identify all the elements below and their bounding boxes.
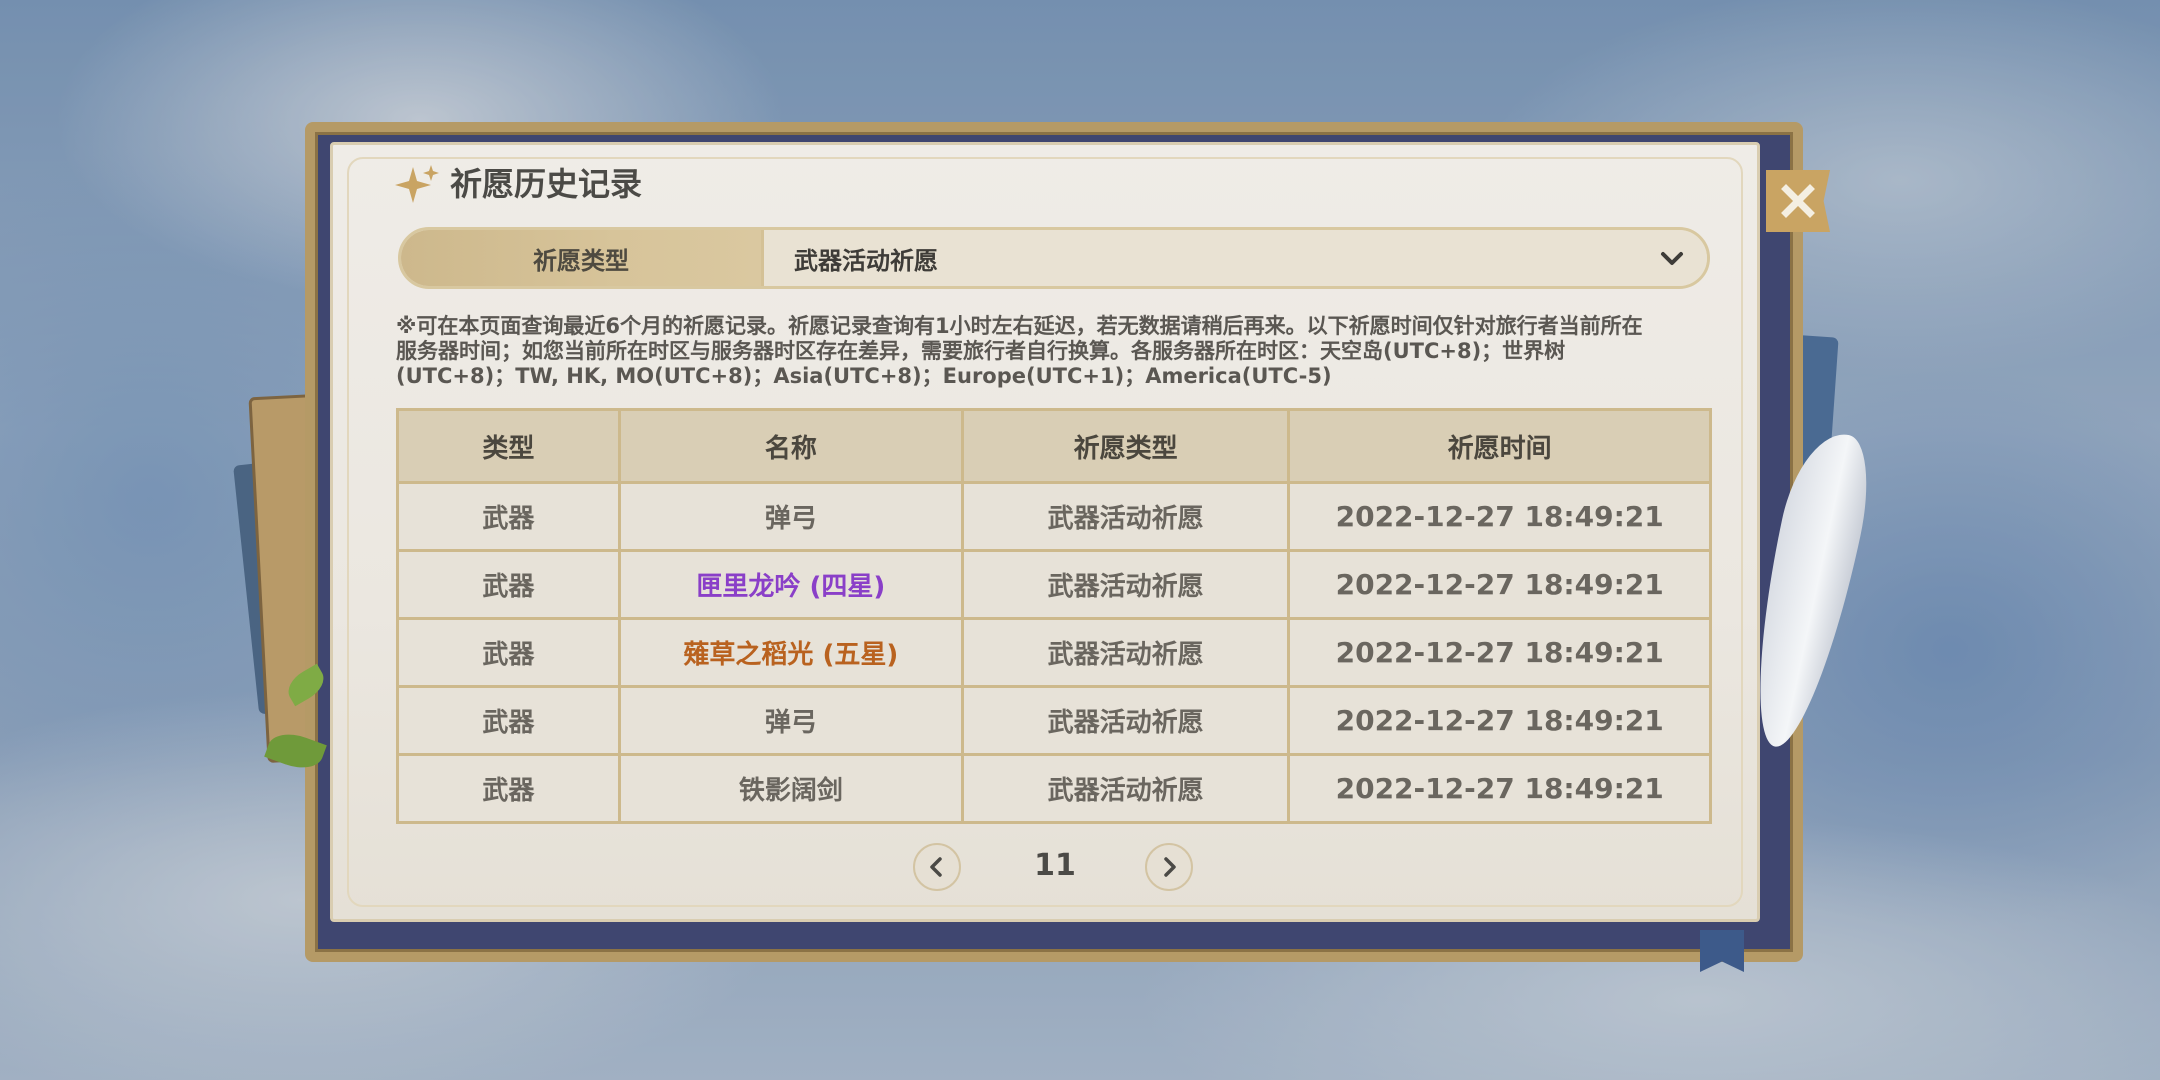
notice-line: 服务器时间；如您当前所在时区与服务器时区存在差异，需要旅行者自行换算。各服务器所… [396,339,1566,363]
cell-time: 2022-12-27 18:49:21 [1287,753,1712,824]
cell-time: 2022-12-27 18:49:21 [1287,685,1712,756]
notice-line: ※可在本页面查询最近6个月的祈愿记录。祈愿记录查询有1小时左右延迟，若无数据请稍… [396,314,1643,338]
header-name: 名称 [617,408,964,484]
page-title: 祈愿历史记录 [450,165,643,203]
table-row: 武器 弹弓 武器活动祈愿 2022-12-27 18:49:21 [396,685,1712,756]
cell-gacha-type: 武器活动祈愿 [960,753,1291,824]
cell-name: 弹弓 [617,685,964,756]
table-header-row: 类型 名称 祈愿类型 祈愿时间 [396,408,1712,484]
cell-gacha-type: 武器活动祈愿 [960,549,1291,620]
next-page-button[interactable] [1145,843,1193,891]
cell-name: 弹弓 [617,481,964,552]
cell-name-five-star: 薙草之稻光 (五星) [617,617,964,688]
cell-gacha-type: 武器活动祈愿 [960,617,1291,688]
chevron-right-icon [1164,857,1176,877]
prev-page-button[interactable] [913,843,961,891]
notice-line: (UTC+8)；TW, HK, MO(UTC+8)；Asia(UTC+8)；Eu… [396,364,1332,388]
cell-type: 武器 [396,549,621,620]
cell-gacha-type: 武器活动祈愿 [960,481,1291,552]
table-row: 武器 弹弓 武器活动祈愿 2022-12-27 18:49:21 [396,481,1712,552]
close-button[interactable] [1766,170,1830,232]
current-page-number: 11 [1034,848,1076,883]
wish-history-table: 类型 名称 祈愿类型 祈愿时间 武器 弹弓 武器活动祈愿 2022-12-27 … [396,408,1712,824]
header-gacha-type: 祈愿类型 [960,408,1291,484]
chevron-left-icon [930,857,942,877]
gacha-type-selector[interactable]: 祈愿类型 武器活动祈愿 [398,227,1710,289]
table-row: 武器 薙草之稻光 (五星) 武器活动祈愿 2022-12-27 18:49:21 [396,617,1712,688]
cell-type: 武器 [396,753,621,824]
cell-name: 铁影阔剑 [617,753,964,824]
cell-time: 2022-12-27 18:49:21 [1287,481,1712,552]
close-icon [1781,184,1815,218]
sparkle-icon [395,165,439,203]
header-type: 类型 [396,408,621,484]
sky-background: 祈愿历史记录 祈愿类型 武器活动祈愿 ※可在本页面查询最近6个月的祈愿记录。祈愿… [0,0,2160,1080]
table-row: 武器 匣里龙吟 (四星) 武器活动祈愿 2022-12-27 18:49:21 [396,549,1712,620]
cell-name-four-star: 匣里龙吟 (四星) [617,549,964,620]
filter-selected-value: 武器活动祈愿 [794,246,938,275]
cell-time: 2022-12-27 18:49:21 [1287,549,1712,620]
cell-gacha-type: 武器活动祈愿 [960,685,1291,756]
cell-type: 武器 [396,481,621,552]
header-time: 祈愿时间 [1287,408,1712,484]
chevron-down-icon [1657,243,1687,273]
filter-label: 祈愿类型 [401,230,761,286]
timezone-notice: ※可在本页面查询最近6个月的祈愿记录。祈愿记录查询有1小时左右延迟，若无数据请稍… [396,314,1710,389]
cell-type: 武器 [396,685,621,756]
cell-type: 武器 [396,617,621,688]
table-row: 武器 铁影阔剑 武器活动祈愿 2022-12-27 18:49:21 [396,753,1712,824]
filter-dropdown[interactable]: 武器活动祈愿 [761,230,1707,286]
cell-time: 2022-12-27 18:49:21 [1287,617,1712,688]
